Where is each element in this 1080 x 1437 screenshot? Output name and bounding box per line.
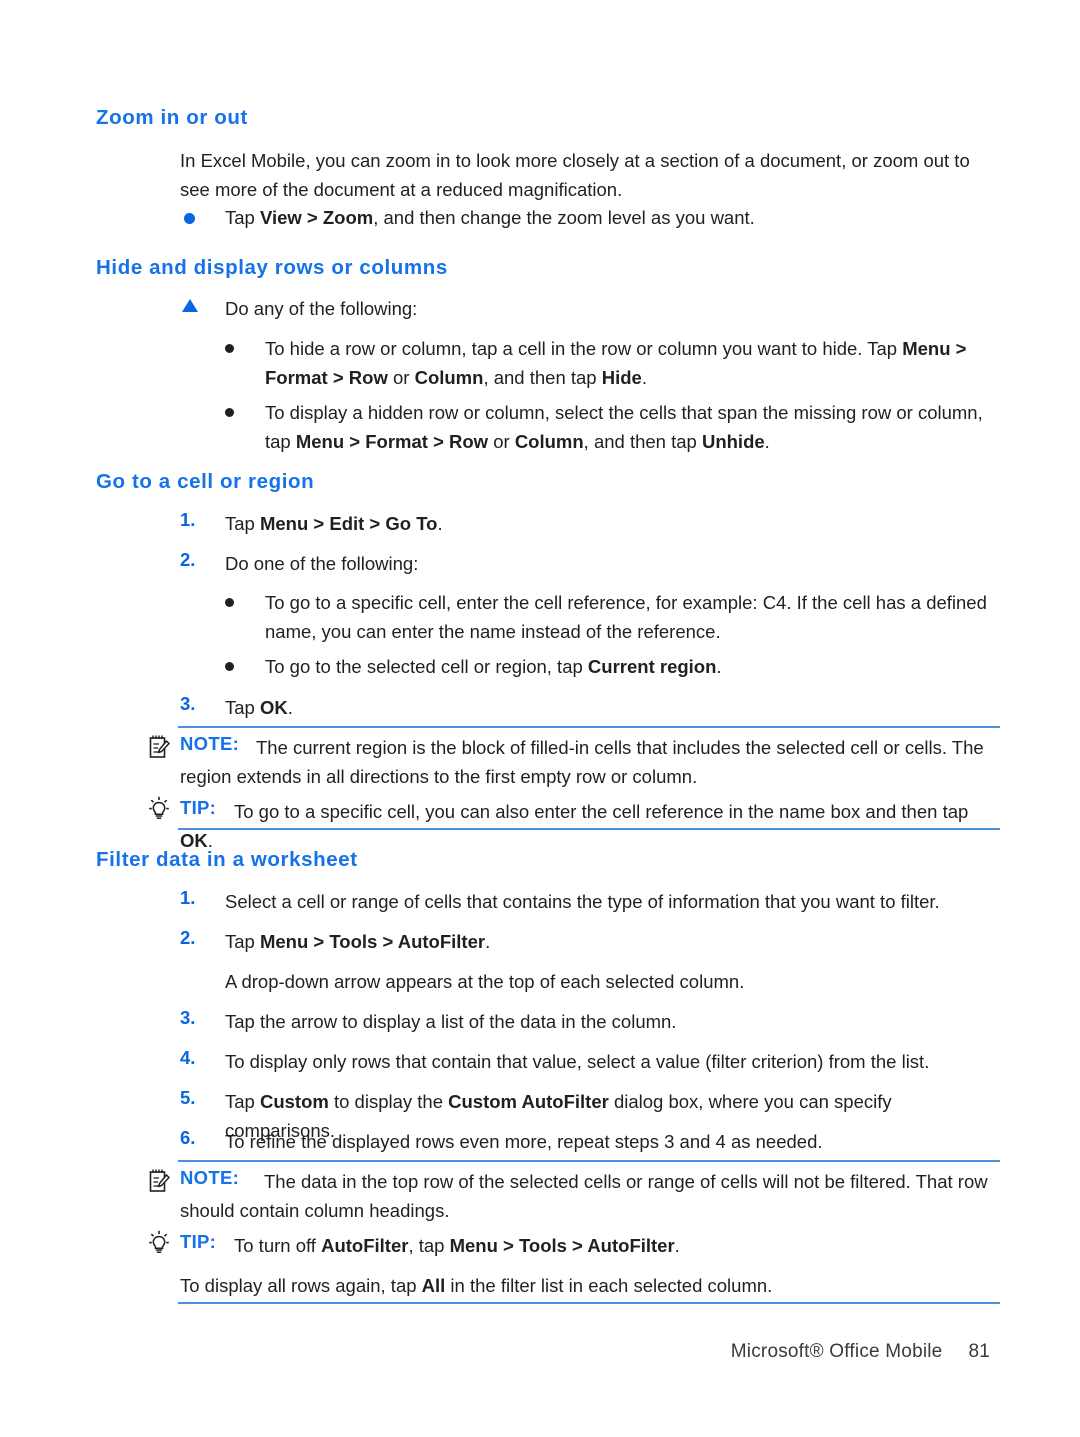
callout-divider-bottom xyxy=(178,828,1000,830)
filter-step-6: To refine the displayed rows even more, … xyxy=(225,1131,823,1152)
tip-text: To go to a specific cell, you can also e… xyxy=(180,797,1000,855)
filter-tip-post: . xyxy=(674,1235,680,1256)
list-number: 4. xyxy=(180,1047,196,1068)
hide-subitem-2: To display a hidden row or column, selec… xyxy=(265,398,995,456)
filter-tip-bold2: Menu > Tools > AutoFilter xyxy=(449,1235,675,1256)
filter-step-2-followup: A drop-down arrow appears at the top of … xyxy=(225,971,745,992)
filter-step5-bold: Custom xyxy=(259,1091,329,1112)
hide-item1-p4: . xyxy=(641,367,647,388)
goto-step3-bold: OK xyxy=(259,697,288,718)
hide-item2-b3: Unhide xyxy=(701,431,765,452)
note-pad-icon xyxy=(148,734,170,760)
list-number: 1. xyxy=(180,887,196,908)
list-number: 1. xyxy=(180,509,196,530)
filter-tip-pre: To turn off xyxy=(234,1235,322,1256)
tip-followup-pre: To display all rows again, tap xyxy=(180,1275,422,1296)
heading-hide-and-display: Hide and display rows or columns xyxy=(96,256,448,279)
callout-divider-top xyxy=(178,1160,1000,1162)
goto-step1-post: . xyxy=(437,513,443,534)
filter-step2-bold: Menu > Tools > AutoFilter xyxy=(259,931,486,952)
hide-lead-text: Do any of the following: xyxy=(225,298,418,319)
bullet-dot-icon xyxy=(225,662,234,671)
goto-sub2-post: . xyxy=(716,656,722,677)
hide-item1-p3: , and then tap xyxy=(483,367,602,388)
goto-step3-pre: Tap xyxy=(225,697,260,718)
goto-step-2: Do one of the following: xyxy=(225,553,419,574)
filter-step-2: Tap Menu > Tools > AutoFilter. xyxy=(225,927,995,956)
zoom-intro-paragraph: In Excel Mobile, you can zoom in to look… xyxy=(180,150,970,200)
note-text: The data in the top row of the selected … xyxy=(180,1171,988,1221)
filter-step2-post: . xyxy=(485,931,491,952)
filter-tip-mid: , tap xyxy=(408,1235,450,1256)
hide-item1-b3: Hide xyxy=(601,367,642,388)
filter-tip-bold: AutoFilter xyxy=(321,1235,409,1256)
lightbulb-icon xyxy=(148,796,170,822)
hide-item2-p4: . xyxy=(764,431,770,452)
list-number: 3. xyxy=(180,1007,196,1028)
page-footer: Microsoft® Office Mobile 81 xyxy=(0,1341,990,1363)
heading-go-to-a-cell-or-region: Go to a cell or region xyxy=(96,470,315,493)
tip-followup-post: in the filter list in each selected colu… xyxy=(445,1275,773,1296)
goto-step1-bold: Menu > Edit > Go To xyxy=(259,513,438,534)
hide-item1-p2: or xyxy=(387,367,415,388)
goto-sub2-bold: Current region xyxy=(587,656,717,677)
hide-item2-p3: , and then tap xyxy=(583,431,702,452)
heading-zoom-in-or-out: Zoom in or out xyxy=(96,106,248,129)
tip-text: To turn off AutoFilter, tap Menu > Tools… xyxy=(180,1231,1000,1260)
filter-step-1: Select a cell or range of cells that con… xyxy=(225,891,940,912)
goto-step-1: Tap Menu > Edit > Go To. xyxy=(225,509,995,538)
hide-item2-p2: or xyxy=(488,431,515,452)
list-number: 2. xyxy=(180,549,196,570)
bullet-dot-icon xyxy=(184,213,195,224)
filter-step5-pre: Tap xyxy=(225,1091,260,1112)
goto-subitem-1: To go to a specific cell, enter the cell… xyxy=(265,592,987,642)
footer-page-number: 81 xyxy=(968,1341,990,1362)
zoom-bullet-bold: View > Zoom xyxy=(259,207,374,228)
goto-tip-pre: To go to a specific cell, you can also e… xyxy=(234,801,969,822)
list-number: 2. xyxy=(180,927,196,948)
tip-followup-text: To display all rows again, tap All in th… xyxy=(180,1271,1000,1300)
note-text: The current region is the block of fille… xyxy=(180,737,984,787)
zoom-bullet-item: Tap View > Zoom, and then change the zoo… xyxy=(225,203,995,232)
zoom-bullet-pre: Tap xyxy=(225,207,260,228)
goto-step-3: Tap OK. xyxy=(225,693,995,722)
filter-step-4: To display only rows that contain that v… xyxy=(225,1051,930,1072)
filter-step2-pre: Tap xyxy=(225,931,260,952)
bullet-dot-icon xyxy=(225,344,234,353)
hide-item2-b1: Menu > Format > Row xyxy=(295,431,489,452)
callout-divider-bottom xyxy=(178,1302,1000,1304)
tip-followup-bold: All xyxy=(421,1275,446,1296)
lightbulb-icon xyxy=(148,1230,170,1256)
footer-product-name: Microsoft® Office Mobile xyxy=(730,1341,943,1362)
list-number: 5. xyxy=(180,1087,196,1108)
filter-step5-bold2: Custom AutoFilter xyxy=(448,1091,609,1112)
bullet-dot-icon xyxy=(225,598,234,607)
note-pad-icon xyxy=(148,1168,170,1194)
list-number: 6. xyxy=(180,1127,196,1148)
callout-divider-top xyxy=(178,726,1000,728)
list-number: 3. xyxy=(180,693,196,714)
hide-subitem-1: To hide a row or column, tap a cell in t… xyxy=(265,334,995,392)
hide-item1-p1: To hide a row or column, tap a cell in t… xyxy=(265,338,903,359)
hide-item1-b2: Column xyxy=(414,367,484,388)
goto-sub2-pre: To go to the selected cell or region, ta… xyxy=(265,656,588,677)
zoom-bullet-post: , and then change the zoom level as you … xyxy=(373,207,755,228)
heading-filter-data-in-a-worksheet: Filter data in a worksheet xyxy=(96,848,358,871)
goto-step3-post: . xyxy=(287,697,293,718)
bullet-dot-icon xyxy=(225,408,234,417)
triangle-bullet-icon xyxy=(182,299,198,312)
goto-subitem-2: To go to the selected cell or region, ta… xyxy=(265,652,995,681)
document-page: Zoom in or out In Excel Mobile, you can … xyxy=(0,0,1080,1437)
hide-item2-b2: Column xyxy=(514,431,584,452)
goto-step1-pre: Tap xyxy=(225,513,260,534)
filter-step-3: Tap the arrow to display a list of the d… xyxy=(225,1011,677,1032)
filter-step5-mid: to display the xyxy=(328,1091,449,1112)
